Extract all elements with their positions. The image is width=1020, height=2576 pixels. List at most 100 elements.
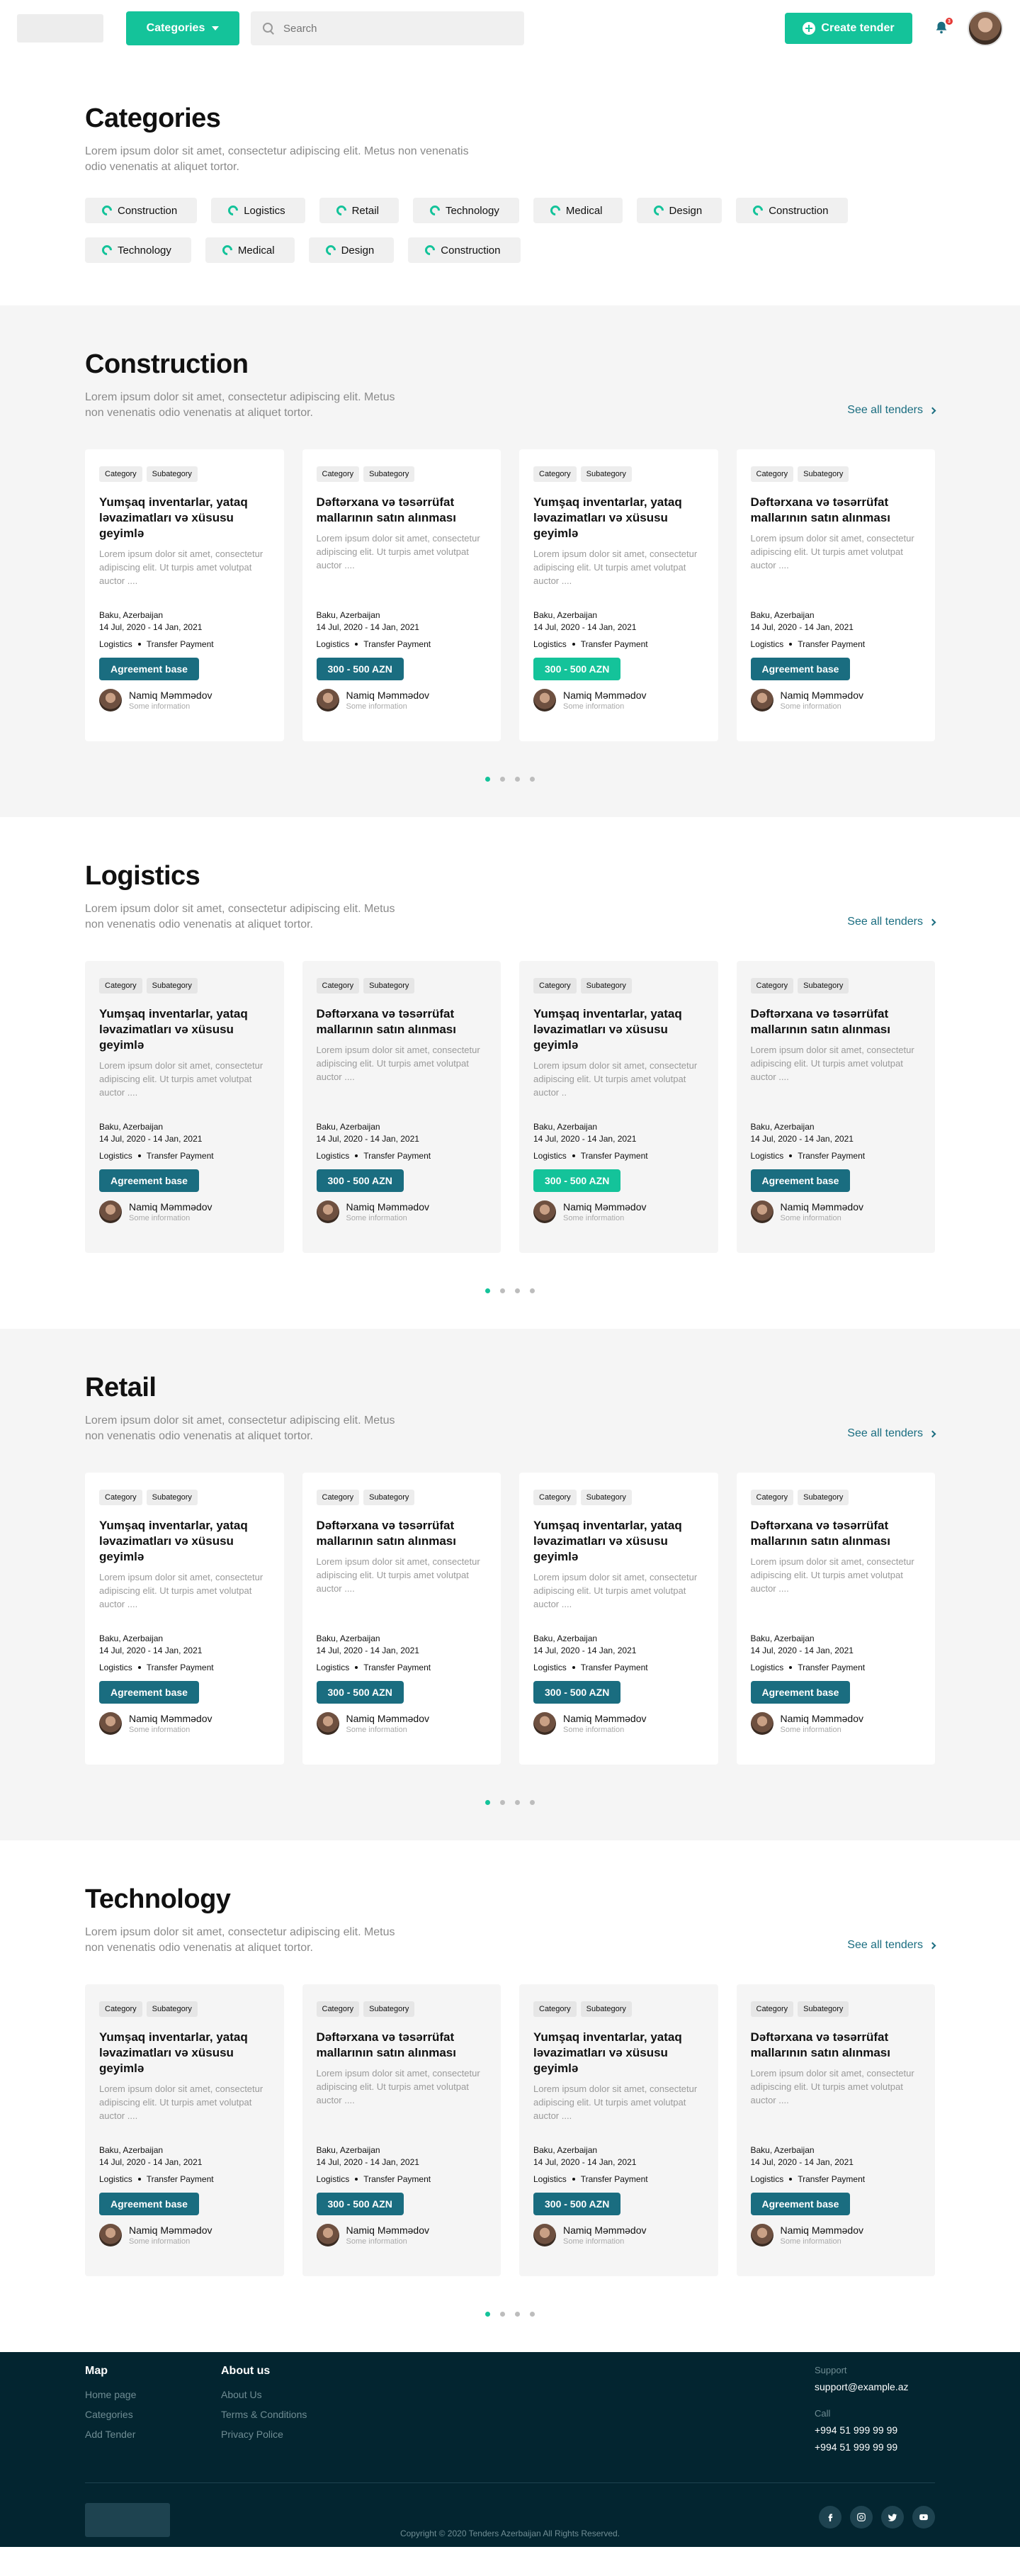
card-owner[interactable]: Namiq Məmmədov Some information: [316, 2224, 487, 2246]
card-title[interactable]: Yumşaq inventarlar, yataq ləvazimatları …: [99, 495, 270, 541]
category-chip[interactable]: Medical: [533, 198, 623, 223]
subcategory-tag[interactable]: Subategory: [798, 466, 849, 482]
category-tag[interactable]: Category: [99, 1490, 142, 1505]
user-avatar[interactable]: [968, 11, 1003, 46]
card-owner[interactable]: Namiq Məmmədov Some information: [99, 1712, 270, 1735]
category-tag[interactable]: Category: [316, 466, 360, 482]
tender-card[interactable]: Category Subategory Dəftərxana və təsərrüf…: [736, 1984, 935, 2276]
carousel-dot[interactable]: [515, 1800, 520, 1805]
tender-card[interactable]: Category Subategory Yumşaq inventarlar, ya…: [519, 1984, 718, 2276]
category-chip[interactable]: Technology: [412, 198, 519, 223]
carousel-dot[interactable]: [530, 1800, 535, 1805]
card-title[interactable]: Yumşaq inventarlar, yataq ləvazimatları …: [533, 2030, 704, 2076]
tender-card[interactable]: Category Subategory Yumşaq inventarlar, ya…: [85, 449, 284, 741]
price-badge[interactable]: Agreement base: [750, 1681, 851, 1704]
category-tag[interactable]: Category: [99, 2001, 142, 2017]
category-tag[interactable]: Category: [750, 2001, 794, 2017]
carousel-dot[interactable]: [515, 777, 520, 782]
carousel-dot[interactable]: [515, 2312, 520, 2317]
subcategory-tag[interactable]: Subategory: [146, 1490, 198, 1505]
price-badge[interactable]: 300 - 500 AZN: [533, 1681, 621, 1704]
card-title[interactable]: Dəftərxana və təsərrüfat mallarının satı…: [751, 2030, 922, 2061]
card-owner[interactable]: Namiq Məmmədov Some information: [316, 1200, 487, 1223]
see-all-tenders-link[interactable]: See all tenders: [847, 916, 936, 928]
tender-card[interactable]: Category Subategory Dəftərxana və təsərrüf…: [736, 961, 935, 1253]
carousel-dot[interactable]: [530, 2312, 535, 2317]
subcategory-tag[interactable]: Subategory: [363, 1490, 415, 1505]
create-tender-button[interactable]: Create tender: [785, 13, 912, 44]
footer-link-home[interactable]: Home page: [85, 2389, 221, 2400]
category-chip[interactable]: Construction: [736, 198, 849, 223]
categories-dropdown-button[interactable]: Categories: [126, 11, 239, 45]
see-all-tenders-link[interactable]: See all tenders: [847, 1427, 936, 1440]
category-tag[interactable]: Category: [750, 466, 794, 482]
category-chip[interactable]: Design: [308, 237, 395, 263]
subcategory-tag[interactable]: Subategory: [363, 2001, 415, 2017]
carousel-dot[interactable]: [485, 2312, 490, 2317]
card-title[interactable]: Dəftərxana və təsərrüfat mallarının satı…: [751, 495, 922, 526]
category-chip[interactable]: Construction: [408, 237, 521, 263]
category-tag[interactable]: Category: [533, 1490, 577, 1505]
facebook-icon[interactable]: [819, 2506, 842, 2529]
category-tag[interactable]: Category: [316, 978, 360, 994]
subcategory-tag[interactable]: Subategory: [363, 978, 415, 994]
category-tag[interactable]: Category: [316, 2001, 360, 2017]
subcategory-tag[interactable]: Subategory: [580, 1490, 632, 1505]
card-title[interactable]: Yumşaq inventarlar, yataq ləvazimatları …: [533, 1006, 704, 1053]
phone-2[interactable]: +994 51 999 99 99: [815, 2441, 935, 2453]
category-chip[interactable]: Design: [636, 198, 722, 223]
logo[interactable]: [17, 14, 103, 43]
subcategory-tag[interactable]: Subategory: [580, 978, 632, 994]
carousel-dot[interactable]: [500, 1288, 505, 1293]
card-owner[interactable]: Namiq Məmmədov Some information: [750, 1200, 922, 1223]
price-badge[interactable]: Agreement base: [99, 1169, 199, 1192]
carousel-dot[interactable]: [515, 1288, 520, 1293]
footer-link-categories[interactable]: Categories: [85, 2409, 221, 2420]
category-tag[interactable]: Category: [99, 978, 142, 994]
card-title[interactable]: Dəftərxana və təsərrüfat mallarının satı…: [751, 1006, 922, 1037]
tender-card[interactable]: Category Subategory Yumşaq inventarlar, ya…: [519, 961, 718, 1253]
tender-card[interactable]: Category Subategory Dəftərxana və təsərrüf…: [736, 1473, 935, 1765]
card-owner[interactable]: Namiq Məmmədov Some information: [750, 689, 922, 712]
price-badge[interactable]: 300 - 500 AZN: [533, 1169, 621, 1192]
card-owner[interactable]: Namiq Məmmədov Some information: [316, 1712, 487, 1735]
footer-link-add-tender[interactable]: Add Tender: [85, 2429, 221, 2440]
carousel-dot[interactable]: [530, 1288, 535, 1293]
subcategory-tag[interactable]: Subategory: [580, 466, 632, 482]
tender-card[interactable]: Category Subategory Dəftərxana və təsərrüf…: [302, 961, 501, 1253]
card-owner[interactable]: Namiq Məmmədov Some information: [750, 2224, 922, 2246]
subcategory-tag[interactable]: Subategory: [798, 2001, 849, 2017]
support-email[interactable]: support@example.az: [815, 2381, 935, 2392]
price-badge[interactable]: Agreement base: [99, 658, 199, 680]
search-input[interactable]: [283, 22, 496, 35]
subcategory-tag[interactable]: Subategory: [146, 2001, 198, 2017]
category-tag[interactable]: Category: [533, 2001, 577, 2017]
card-title[interactable]: Dəftərxana və təsərrüfat mallarının satı…: [317, 2030, 487, 2061]
subcategory-tag[interactable]: Subategory: [798, 978, 849, 994]
tender-card[interactable]: Category Subategory Dəftərxana və təsərrüf…: [302, 449, 501, 741]
price-badge[interactable]: Agreement base: [99, 2193, 199, 2215]
price-badge[interactable]: 300 - 500 AZN: [316, 2193, 404, 2215]
card-title[interactable]: Yumşaq inventarlar, yataq ləvazimatları …: [99, 2030, 270, 2076]
price-badge[interactable]: 300 - 500 AZN: [316, 1169, 404, 1192]
tender-card[interactable]: Category Subategory Yumşaq inventarlar, ya…: [85, 1984, 284, 2276]
card-owner[interactable]: Namiq Məmmədov Some information: [750, 1712, 922, 1735]
carousel-dot[interactable]: [485, 1288, 490, 1293]
tender-card[interactable]: Category Subategory Dəftərxana və təsərrüf…: [302, 1984, 501, 2276]
card-owner[interactable]: Namiq Məmmədov Some information: [533, 2224, 704, 2246]
price-badge[interactable]: 300 - 500 AZN: [316, 658, 404, 680]
category-chip[interactable]: Construction: [85, 198, 198, 223]
card-owner[interactable]: Namiq Məmmədov Some information: [533, 689, 704, 712]
category-chip[interactable]: Technology: [85, 237, 191, 263]
tender-card[interactable]: Category Subategory Yumşaq inventarlar, ya…: [85, 1473, 284, 1765]
price-badge[interactable]: Agreement base: [750, 1169, 851, 1192]
category-chip[interactable]: Logistics: [211, 198, 305, 223]
subcategory-tag[interactable]: Subategory: [146, 466, 198, 482]
price-badge[interactable]: Agreement base: [99, 1681, 199, 1704]
price-badge[interactable]: 300 - 500 AZN: [533, 2193, 621, 2215]
see-all-tenders-link[interactable]: See all tenders: [847, 1939, 936, 1952]
category-chip[interactable]: Medical: [205, 237, 295, 263]
card-owner[interactable]: Namiq Məmmədov Some information: [99, 2224, 270, 2246]
card-title[interactable]: Yumşaq inventarlar, yataq ləvazimatları …: [533, 1518, 704, 1565]
category-tag[interactable]: Category: [750, 978, 794, 994]
